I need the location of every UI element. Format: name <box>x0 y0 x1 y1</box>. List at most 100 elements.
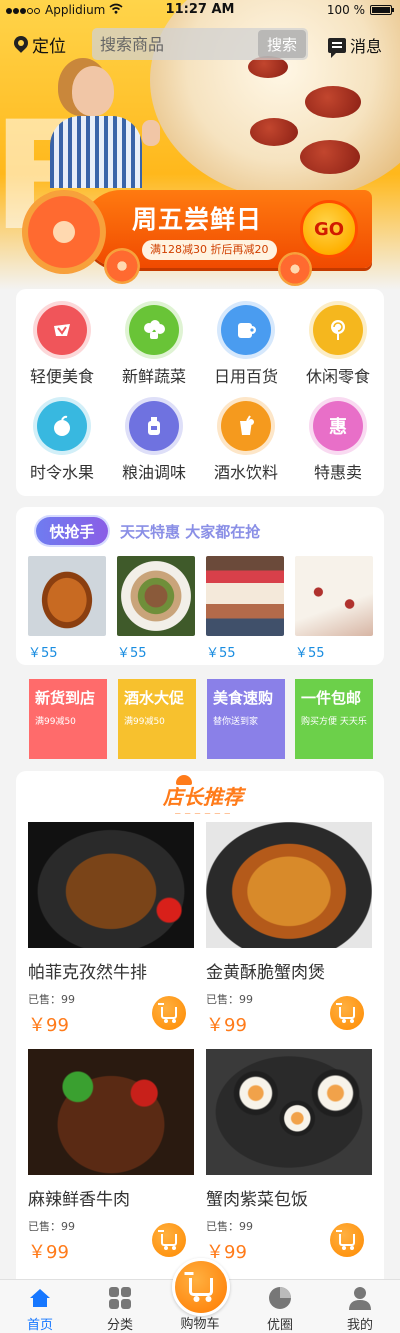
vegetable-icon <box>129 305 179 355</box>
orange-slice-image <box>104 248 140 284</box>
go-button[interactable]: GO <box>300 200 358 258</box>
product-card[interactable]: 麻辣鲜香牛肉 已售：99 ￥99 <box>28 1049 194 1264</box>
battery-icon <box>370 5 394 15</box>
product-name: 麻辣鲜香牛肉 <box>28 1190 130 1210</box>
location-pin-icon <box>14 36 28 54</box>
promo-banner[interactable]: 周五尝鲜日 满128减30 折后再减20 GO <box>22 180 382 290</box>
tab-cart[interactable] <box>172 1258 230 1316</box>
steak-image <box>28 822 194 948</box>
product-card[interactable]: 蟹肉紫菜包饭 已售：99 ￥99 <box>206 1049 372 1264</box>
promo-tile-subtitle: 满99减50 <box>124 717 165 727</box>
tab-mine[interactable]: 我的 <box>330 1286 390 1333</box>
promo-tile-title: 酒水大促 <box>124 689 185 707</box>
orange-slice-image <box>22 190 106 274</box>
tab-discover[interactable]: 优圈 <box>250 1286 310 1333</box>
flash-sale-item[interactable]: ￥55 <box>117 556 195 661</box>
tissue-icon <box>221 305 271 355</box>
cart-icon <box>336 1230 355 1250</box>
home-icon <box>28 1286 52 1310</box>
promo-tile-drinks-sale[interactable]: 酒水大促 满99减50 <box>118 679 196 759</box>
search-button[interactable]: 搜索 <box>258 30 306 58</box>
message-icon <box>327 37 346 58</box>
fruit-icon <box>37 401 87 451</box>
category-item[interactable]: 酒水饮料 <box>200 401 292 483</box>
category-label: 酒水饮料 <box>213 463 278 482</box>
product-name: 金黄酥脆蟹肉煲 <box>206 963 325 983</box>
flash-sale-item[interactable]: ￥55 <box>28 556 106 661</box>
search-input[interactable] <box>100 33 250 55</box>
category-item[interactable]: 新鲜蔬菜 <box>108 305 200 387</box>
category-label: 特惠卖 <box>313 463 362 482</box>
flash-sale-price: ￥55 <box>295 646 325 661</box>
tab-label: 我的 <box>346 1318 373 1333</box>
red-date-image <box>250 118 298 146</box>
tab-label: 优圈 <box>266 1318 293 1333</box>
product-card[interactable]: 帕菲克孜然牛排 已售：99 ￥99 <box>28 822 194 1037</box>
chef-hat-icon <box>176 775 192 785</box>
nougat-image <box>295 556 373 636</box>
user-icon <box>348 1286 372 1310</box>
flash-sale-price: ￥55 <box>206 646 236 661</box>
add-to-cart-button[interactable] <box>152 1223 186 1257</box>
product-name: 蟹肉紫菜包饭 <box>206 1190 308 1210</box>
cart-icon <box>158 1230 177 1250</box>
tab-category[interactable]: 分类 <box>90 1286 150 1333</box>
flash-sale-tag[interactable]: 快抢手 <box>36 517 108 545</box>
category-item[interactable]: 惠 特惠卖 <box>292 401 384 483</box>
promo-tile-title: 美食速购 <box>213 689 274 707</box>
category-label: 时令水果 <box>29 463 94 482</box>
flash-sale-section: 快抢手 天天特惠 大家都在抢 ￥55 ￥55 ￥55 ￥55 <box>16 507 384 665</box>
promo-tile-food-delivery[interactable]: 美食速购 替你送到家 <box>207 679 285 759</box>
promo-title: 周五尝鲜日 <box>132 205 263 234</box>
category-item[interactable]: 粮油调味 <box>108 401 200 483</box>
category-item[interactable]: 休闲零食 <box>292 305 384 387</box>
promo-tile-free-shipping[interactable]: 一件包邮 购买方便 天天乐 <box>295 679 373 759</box>
tab-cart-label: 购物车 <box>180 1317 220 1332</box>
add-to-cart-button[interactable] <box>152 996 186 1030</box>
location-button[interactable]: 定位 <box>14 32 66 57</box>
drink-icon <box>221 401 271 451</box>
roast-chicken-image <box>28 556 106 636</box>
promo-tile-title: 一件包邮 <box>301 689 362 707</box>
model-image <box>42 60 162 188</box>
flash-sale-item[interactable]: ￥55 <box>206 556 284 661</box>
message-button[interactable]: 消息 <box>327 33 382 58</box>
cart-icon <box>158 1003 177 1023</box>
red-date-image <box>300 140 360 174</box>
flash-sale-slogan: 天天特惠 大家都在抢 <box>120 523 261 541</box>
flash-sale-price: ￥55 <box>28 646 58 661</box>
cart-icon <box>184 1272 213 1302</box>
spicy-beef-image <box>28 1049 194 1175</box>
parfait-image <box>206 556 284 636</box>
location-label: 定位 <box>32 37 66 57</box>
category-item[interactable]: 轻便美食 <box>16 305 108 387</box>
add-to-cart-button[interactable] <box>330 1223 364 1257</box>
crab-image <box>206 822 372 948</box>
category-label: 新鲜蔬菜 <box>121 367 186 386</box>
promo-tile-new-arrivals[interactable]: 新货到店 满99减50 <box>29 679 107 759</box>
product-name: 帕菲克孜然牛排 <box>28 963 147 983</box>
oil-icon <box>129 401 179 451</box>
food-icon <box>37 305 87 355</box>
category-label: 轻便美食 <box>29 367 94 386</box>
tab-label: 首页 <box>26 1318 53 1333</box>
search-bar: 搜索 <box>92 28 308 60</box>
tab-label: 分类 <box>106 1318 133 1333</box>
red-date-image <box>305 86 361 118</box>
category-item[interactable]: 日用百货 <box>200 305 292 387</box>
salad-image <box>117 556 195 636</box>
recommend-section: 店长推荐 — — — — — — 帕菲克孜然牛排 已售：99 ￥99 金黄酥脆蟹… <box>16 771 384 1333</box>
category-label: 粮油调味 <box>121 463 186 482</box>
promo-tile-subtitle: 替你送到家 <box>213 717 259 727</box>
add-to-cart-button[interactable] <box>330 996 364 1030</box>
promo-tile-title: 新货到店 <box>35 689 96 707</box>
product-card[interactable]: 金黄酥脆蟹肉煲 已售：99 ￥99 <box>206 822 372 1037</box>
promo-tile-subtitle: 购买方便 天天乐 <box>301 717 367 727</box>
pie-chart-icon <box>268 1286 292 1310</box>
category-label: 休闲零食 <box>305 367 370 386</box>
category-item[interactable]: 时令水果 <box>16 401 108 483</box>
flash-sale-item[interactable]: ￥55 <box>295 556 373 661</box>
orange-slice-image <box>278 252 312 286</box>
sushi-roll-image <box>206 1049 372 1175</box>
tab-home[interactable]: 首页 <box>10 1286 70 1333</box>
